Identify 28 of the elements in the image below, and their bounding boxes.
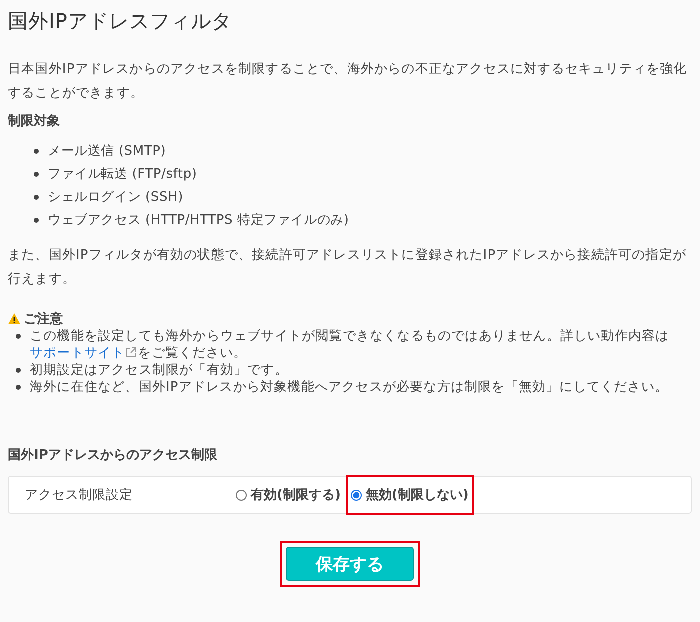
bullet-icon: [16, 334, 21, 339]
list-item-text: メール送信 (SMTP): [48, 143, 166, 161]
caution-text: 初期設定はアクセス制限が「有効」です。: [30, 362, 288, 379]
list-item-text: ファイル転送 (FTP/sftp): [48, 166, 198, 184]
radio-option[interactable]: 無効(制限しない): [346, 475, 474, 515]
page-title: 国外IPアドレスフィルタ: [8, 8, 233, 35]
description-text: 日本国外IPアドレスからのアクセスを制限することで、海外からの不正なアクセスに対するセキュリティを強化することができます。: [8, 61, 688, 103]
bullet-icon: [34, 218, 39, 223]
list-item-text: シェルログイン (SSH): [48, 189, 184, 207]
bullet-icon: [34, 195, 39, 200]
list-item-text: ウェブアクセス (HTTP/HTTPS 特定ファイルのみ): [48, 212, 350, 230]
setting-label: アクセス制限設定: [24, 487, 134, 504]
radio-button[interactable]: [236, 490, 247, 500]
bullet-icon: [16, 368, 21, 373]
caution-text: 海外に在住など、国外IPアドレスから対象機能へアクセスが必要な方は制限を「無効」にしてください。: [30, 379, 668, 396]
warning-icon: [8, 313, 21, 325]
caution-text: この機能を設定しても海外からウェブサイトが閲覧できなくなるものではありません。詳しい動作内容は サポートサイト をご覧ください。: [30, 328, 670, 362]
caution-heading: ご注意: [24, 310, 63, 328]
section-heading: 制限対象: [8, 112, 61, 130]
external-link-icon: [126, 347, 138, 358]
radio-button[interactable]: [350, 490, 362, 500]
radio-option[interactable]: 有効(制限する): [231, 475, 346, 515]
support-site-link[interactable]: サポートサイト: [30, 346, 126, 361]
bullet-icon: [34, 149, 39, 154]
bullet-icon: [34, 172, 39, 177]
note-text: また、国外IPフィルタが有効の状態で、接続許可アドレスリストに登録されたIPアドレスから接続許可の指定が行えます。: [8, 247, 688, 289]
section-heading: 国外IPアドレスからのアクセス制限: [8, 447, 218, 464]
bullet-icon: [16, 385, 21, 390]
